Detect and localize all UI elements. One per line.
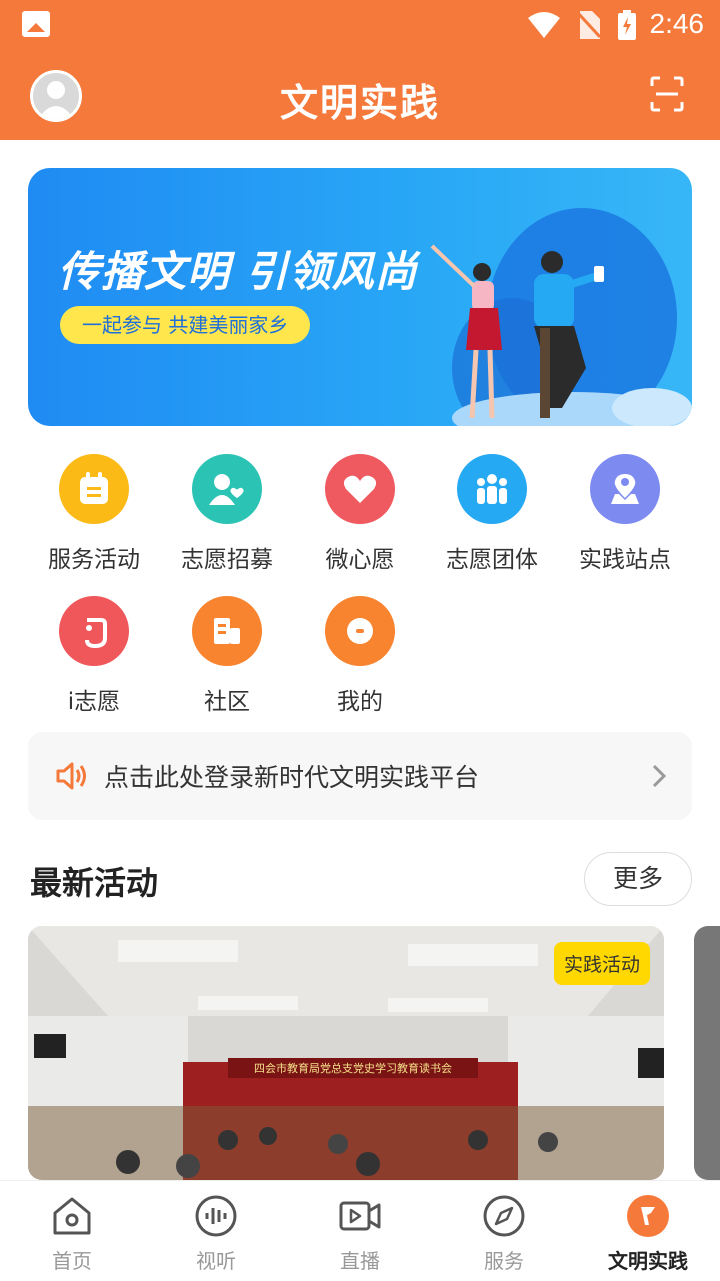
building-icon <box>192 596 262 666</box>
grid-label: 微心愿 <box>325 547 395 573</box>
chevron-right-icon <box>652 764 666 788</box>
promo-banner[interactable]: 传播文明 引领风尚 一起参与 共建美丽家乡 <box>28 168 692 426</box>
app-header: 文明实践 <box>0 50 720 140</box>
wifi-icon <box>528 12 560 38</box>
grid-community[interactable]: 社区 <box>161 596 293 716</box>
page-title: 文明实践 <box>279 81 440 125</box>
status-time: 2:46 <box>649 8 705 39</box>
nav-service[interactable]: 服务 <box>432 1181 576 1281</box>
banner-slogan: 一起参与 共建美丽家乡 <box>60 306 311 344</box>
nav-audio[interactable]: 视听 <box>144 1181 288 1281</box>
more-button[interactable]: 更多 <box>584 852 692 906</box>
compass-icon <box>483 1195 525 1237</box>
home-icon <box>53 1197 91 1235</box>
location-icon <box>590 454 660 524</box>
nav-live[interactable]: 直播 <box>288 1181 432 1281</box>
nav-label: 视听 <box>196 1249 236 1273</box>
audio-icon <box>195 1195 237 1237</box>
group-icon <box>457 454 527 524</box>
banner-headline: 传播文明 引领风尚 <box>58 247 418 296</box>
grid-i-volunteer[interactable]: i志愿 <box>28 596 160 716</box>
calendar-icon <box>59 454 129 524</box>
grid-label: 实践站点 <box>579 547 671 573</box>
i-volunteer-icon <box>59 596 129 666</box>
speaker-icon <box>56 762 86 790</box>
activity-tag: 实践活动 <box>553 942 650 985</box>
grid-label: 我的 <box>337 689 383 715</box>
notice-text: 点击此处登录新时代文明实践平台 <box>104 763 480 792</box>
grid-micro-wish[interactable]: 微心愿 <box>294 454 426 574</box>
flag-icon <box>627 1195 669 1237</box>
login-notice[interactable]: 点击此处登录新时代文明实践平台 <box>28 732 692 820</box>
activity-card[interactable]: 四会市教育局党总支党史学习教育读书会 实践活动 <box>28 926 664 1180</box>
grid-practice-site[interactable]: 实践站点 <box>559 454 691 574</box>
bottom-nav: 首页 视听 直播 服务 文明实践 <box>0 1180 720 1280</box>
scan-icon[interactable] <box>650 76 684 112</box>
grid-volunteer-recruit[interactable]: 志愿招募 <box>161 454 293 574</box>
grid-mine[interactable]: 我的 <box>294 596 426 716</box>
live-video-icon <box>339 1201 381 1231</box>
grid-label: 服务活动 <box>48 547 140 573</box>
mine-icon <box>325 596 395 666</box>
battery-charging-icon <box>618 10 636 40</box>
grid-label: i志愿 <box>67 689 121 715</box>
nav-label: 服务 <box>484 1249 524 1273</box>
nav-home[interactable]: 首页 <box>0 1181 144 1281</box>
nav-label: 首页 <box>52 1249 92 1273</box>
section-title: 最新活动 <box>30 864 159 902</box>
grid-label: 社区 <box>204 689 250 715</box>
nav-label: 文明实践 <box>608 1249 688 1273</box>
grid-volunteer-group[interactable]: 志愿团体 <box>426 454 558 574</box>
no-sim-icon <box>578 11 600 39</box>
status-bar: 2:46 <box>0 0 720 50</box>
grid-label: 志愿团体 <box>446 547 538 573</box>
grid-service-activity[interactable]: 服务活动 <box>28 454 160 574</box>
activity-card-next[interactable] <box>694 926 720 1180</box>
heart-icon <box>325 454 395 524</box>
grid-label: 志愿招募 <box>181 547 273 573</box>
banner-illustration <box>430 208 692 426</box>
nav-civilization-practice[interactable]: 文明实践 <box>576 1181 720 1281</box>
volunteer-icon <box>192 454 262 524</box>
card-banner-text: 四会市教育局党总支党史学习教育读书会 <box>254 1062 452 1075</box>
nav-label: 直播 <box>340 1249 380 1273</box>
gallery-notification-icon <box>22 11 50 37</box>
